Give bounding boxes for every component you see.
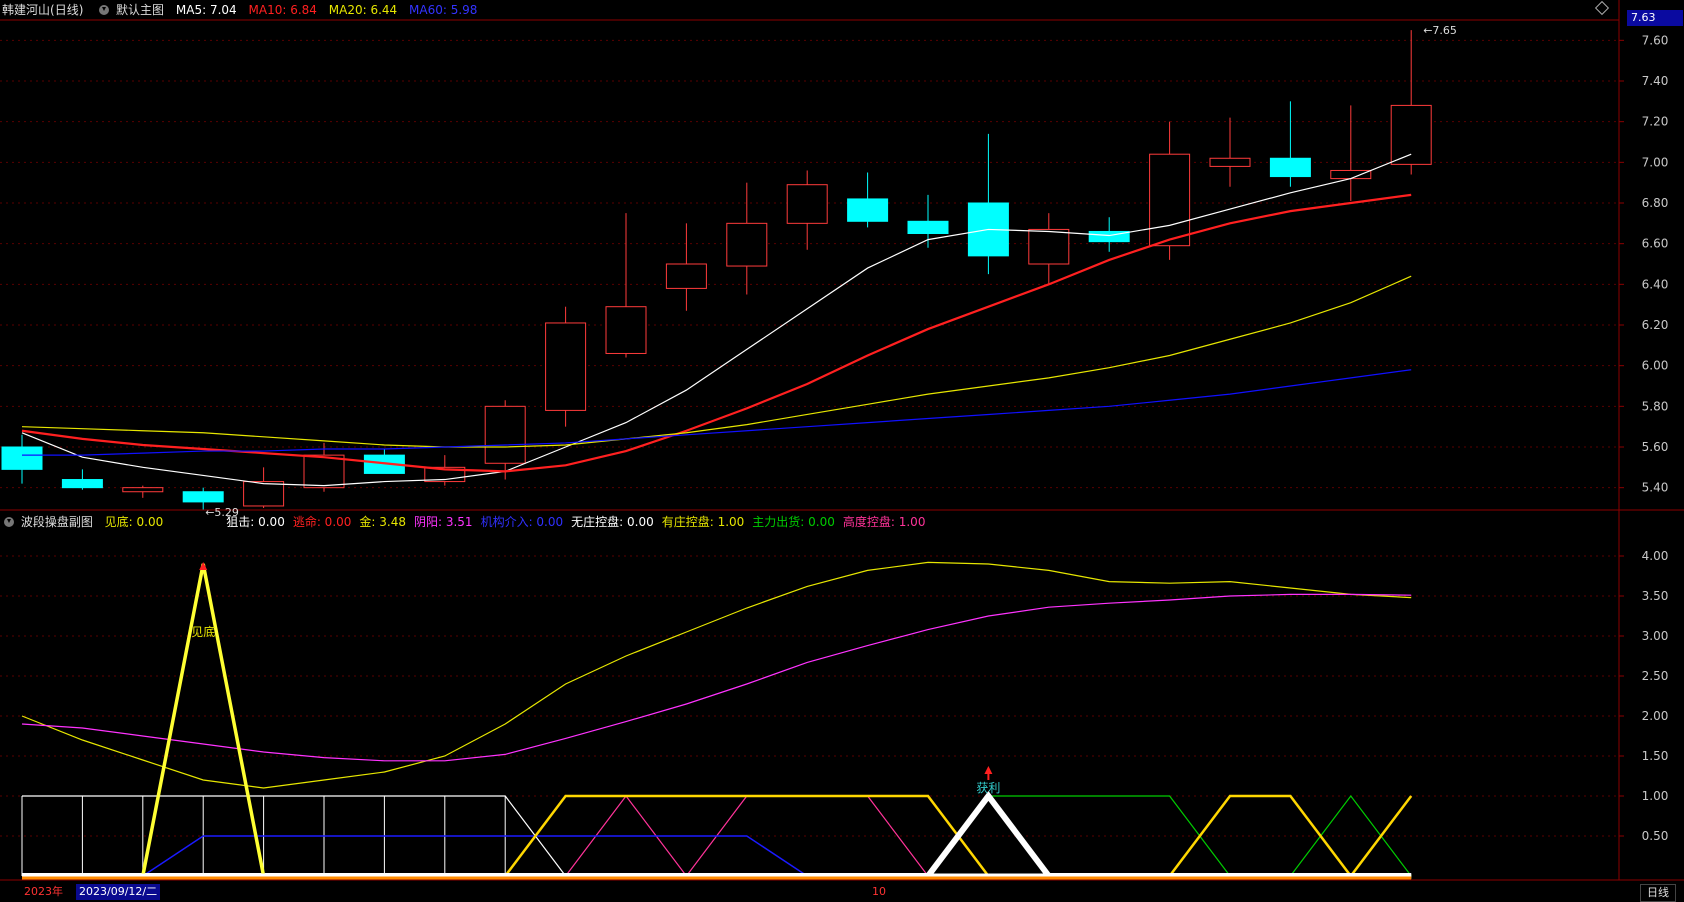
- candle-body: [1269, 157, 1311, 178]
- candle-body: [786, 184, 828, 224]
- selected-date[interactable]: 2023/09/12/二: [76, 884, 161, 900]
- candle-body: [907, 220, 949, 235]
- tick-label: 2.00: [1642, 709, 1669, 723]
- sub-indicator-value: 主力出货: 0.00: [752, 515, 835, 529]
- tick-label: 1.00: [1642, 789, 1669, 803]
- sub-indicator-value: 高度控盘: 1.00: [842, 515, 926, 529]
- sub-header: 波段操盘副图 见底: 0.00 狙击: 0.00 逃命: 0.00 金: 3.48 阴阳…: [2, 512, 933, 532]
- tick-label: 6.40: [1642, 277, 1669, 291]
- current-price-badge: 7.63: [1627, 10, 1683, 26]
- sub-indicator-value: 金: 3.48: [359, 515, 406, 529]
- chevron-down-icon[interactable]: [99, 5, 110, 15]
- tick-label: 6.80: [1642, 196, 1669, 210]
- year-label: 2023年: [24, 885, 63, 898]
- month-mark: 10: [872, 885, 886, 898]
- sub-indicator-lines: [21, 561, 1413, 880]
- chart-labels: ←7.65←5.29见底获利: [191, 24, 1457, 795]
- stock-chart[interactable]: 7.60 7.40 7.20 7.00 6.80 6.60 6.40 6.20 6.00 5.80…: [0, 0, 1684, 902]
- tick-label: 7.20: [1642, 115, 1669, 129]
- sub-indicator-value: 机构介入: 0.00: [480, 515, 564, 529]
- period-button[interactable]: 日线: [1640, 884, 1676, 902]
- tick-label: 6.60: [1642, 237, 1669, 251]
- tick-label: 3.50: [1642, 589, 1669, 603]
- candle-body: [243, 481, 285, 507]
- up-arrow-icon: [199, 562, 208, 570]
- ma-line: [22, 369, 1412, 456]
- tick-label: 7.00: [1642, 155, 1669, 169]
- tick-label: 7.40: [1642, 74, 1669, 88]
- sub-indicator-value: 有庄控盘: 1.00: [661, 515, 745, 529]
- candle-body: [122, 487, 164, 493]
- period-label: (日线): [50, 3, 84, 17]
- ma-lines: [21, 153, 1412, 487]
- candle-body: [1209, 157, 1251, 167]
- indicator-line: [22, 835, 1412, 877]
- ma20-label: MA20: 6.44: [328, 3, 398, 17]
- tick-label: 7.60: [1642, 33, 1669, 47]
- candle-body: [665, 263, 707, 289]
- grid-lines: [0, 39, 1619, 837]
- ma-line: [21, 193, 1412, 473]
- sub-indicator-value: 狙击: 0.00: [226, 515, 285, 529]
- tick-label: 2.50: [1642, 669, 1669, 683]
- tick-label: 4.00: [1642, 549, 1669, 563]
- tick-label: 5.60: [1642, 440, 1669, 454]
- candlestick-series: [1, 30, 1432, 511]
- candle-body: [545, 322, 587, 411]
- tick-label: 5.80: [1642, 399, 1669, 413]
- candle-body: [1, 446, 43, 470]
- candle-body: [847, 198, 889, 222]
- tick-label: 6.00: [1642, 359, 1669, 373]
- candle-body: [1028, 228, 1070, 265]
- sub-indicator-value: 逃命: 0.00: [292, 515, 352, 529]
- candle-body: [303, 454, 345, 489]
- candle-body: [1330, 169, 1372, 180]
- up-arrow-icon: [984, 766, 993, 774]
- candle-body: [484, 405, 526, 464]
- stock-name[interactable]: 韩建河山: [2, 3, 50, 17]
- candle-body: [1149, 153, 1191, 247]
- tick-label: 0.50: [1642, 829, 1669, 843]
- profit-signal-label: 获利: [976, 781, 1000, 795]
- main-chart-name[interactable]: 默认主图: [116, 3, 164, 17]
- ma5-label: MA5: 7.04: [175, 3, 237, 17]
- main-header: 韩建河山(日线) 默认主图 MA5: 7.04 MA10: 6.84 MA20:…: [2, 0, 485, 20]
- sub-indicator-name[interactable]: 波段操盘副图: [21, 515, 93, 529]
- sub-indicator-value: 阴阳: 3.51: [413, 515, 473, 529]
- max-price-label: ←7.65: [1423, 24, 1457, 37]
- tick-label: 3.00: [1642, 629, 1669, 643]
- candle-body: [726, 222, 768, 267]
- ma10-label: MA10: 6.84: [248, 3, 317, 17]
- tick-label: 6.20: [1642, 318, 1669, 332]
- candle-body: [182, 491, 224, 503]
- candle-body: [1390, 104, 1432, 165]
- indicator-line: [22, 563, 1412, 878]
- indicator-line: [21, 561, 1412, 789]
- sub-indicator-value: 无庄控盘: 0.00: [571, 515, 654, 529]
- ma-line: [21, 153, 1412, 487]
- ma60-label: MA60: 5.98: [409, 3, 478, 17]
- tick-label: 5.40: [1642, 481, 1669, 495]
- tick-label: 1.50: [1642, 749, 1669, 763]
- candle-body: [605, 306, 647, 354]
- ma-line: [21, 275, 1412, 448]
- sub-indicator-value: 见底: 0.00: [104, 515, 164, 529]
- bottom-signal-label: 见底: [191, 624, 215, 639]
- chevron-down-icon[interactable]: [4, 517, 14, 527]
- candle-body: [61, 479, 103, 489]
